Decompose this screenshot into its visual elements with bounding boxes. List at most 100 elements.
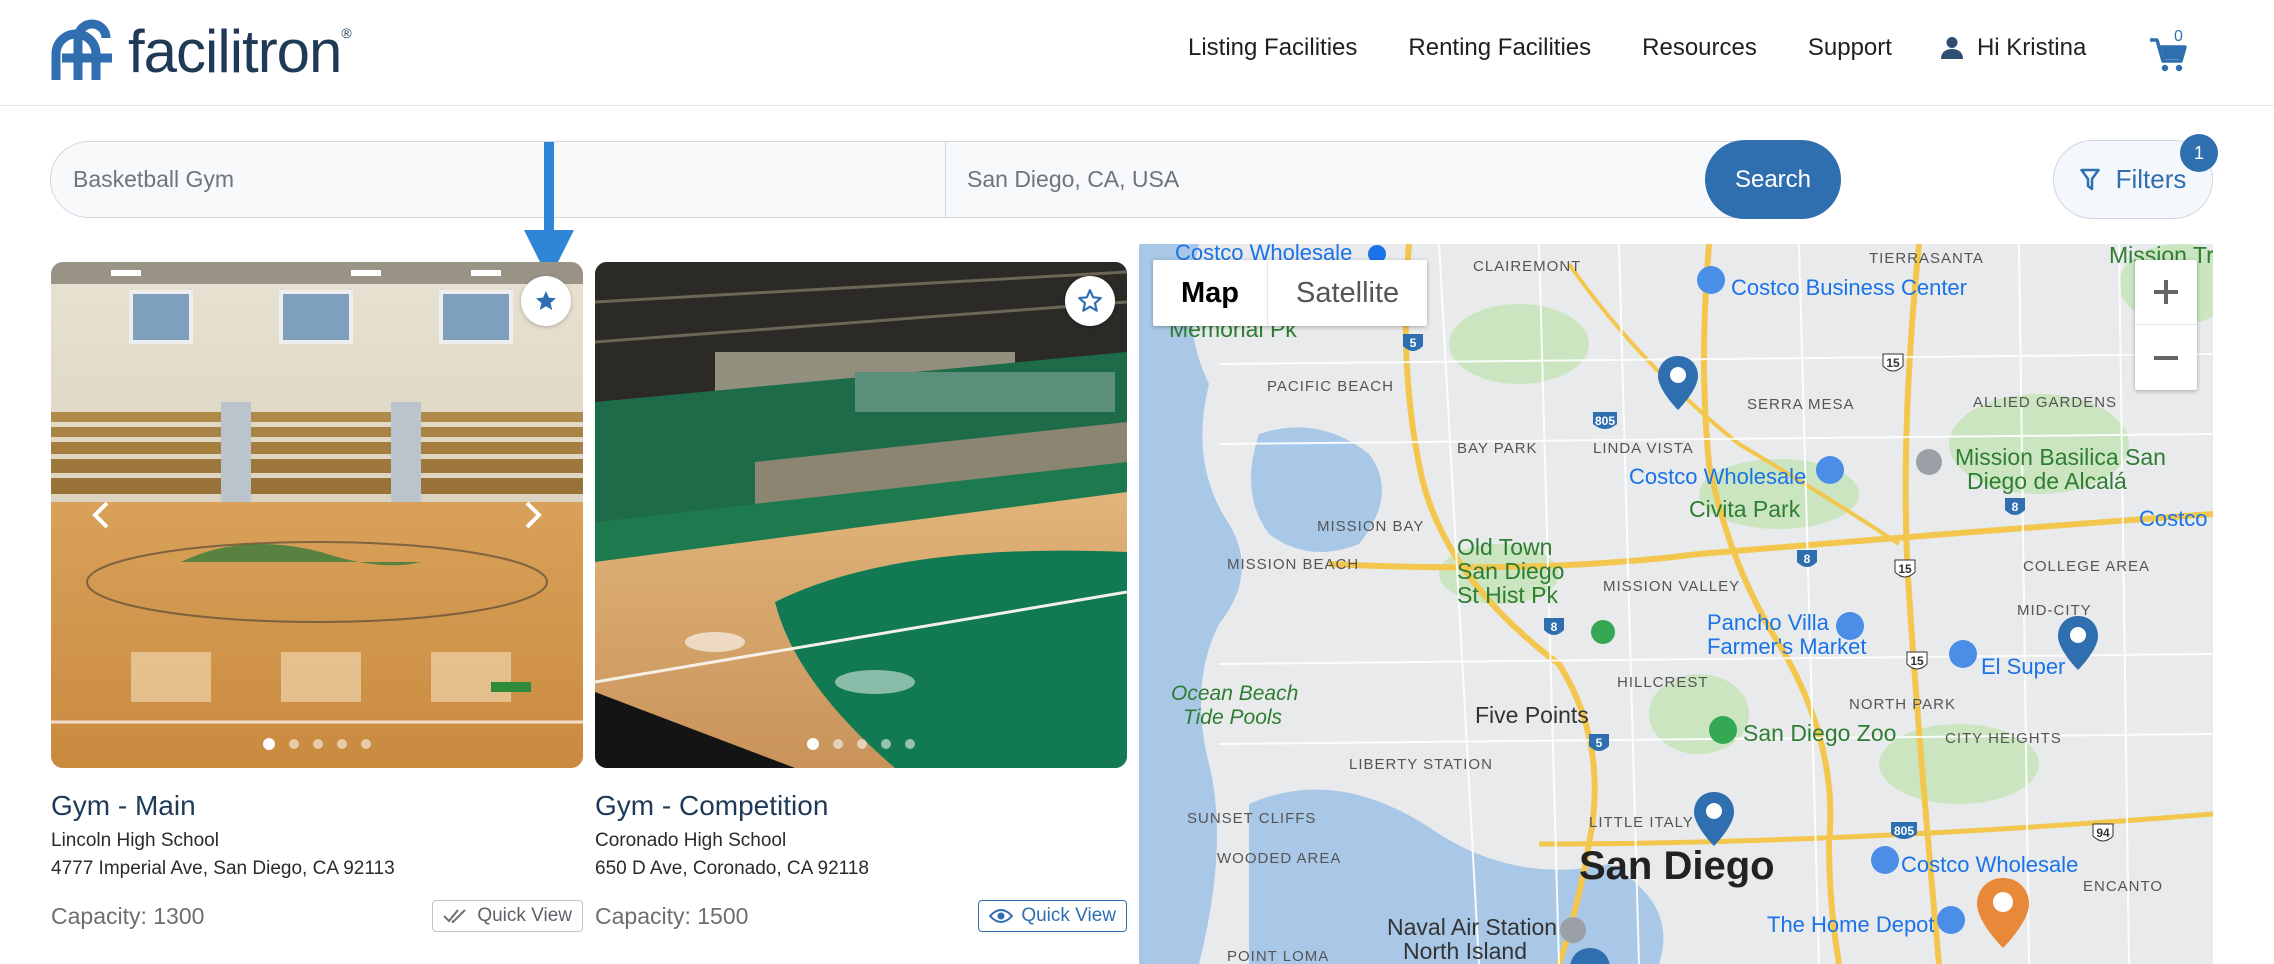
poi-shopping-icon[interactable] — [1816, 456, 1844, 484]
search-divider — [945, 142, 946, 217]
carousel-dots — [595, 738, 1127, 750]
map-label: SERRA MESA — [1747, 396, 1855, 413]
carousel-dot[interactable] — [833, 739, 843, 749]
map-label: Civita Park — [1689, 496, 1801, 522]
carousel-dot[interactable] — [905, 739, 915, 749]
map-label: The Home Depot — [1767, 912, 1935, 937]
poi-church-icon[interactable] — [1916, 449, 1942, 475]
filters-count-badge: 1 — [2180, 134, 2218, 172]
map-label: Costco Wholesale — [1901, 852, 2079, 877]
nav-support[interactable]: Support — [1808, 34, 1892, 62]
poi-shopping-icon[interactable] — [1949, 640, 1977, 668]
quick-view-label: Quick View — [477, 905, 572, 926]
carousel-dot[interactable] — [289, 739, 299, 749]
location-input[interactable]: San Diego, CA, USA — [967, 166, 1179, 193]
map-label: COLLEGE AREA — [2023, 558, 2151, 575]
map-type-map-button[interactable]: Map — [1153, 260, 1267, 326]
map-label: Pancho Villa — [1707, 610, 1829, 635]
facility-title[interactable]: Gym - Competition — [595, 790, 1127, 822]
map-label: San Diego Zoo — [1743, 720, 1897, 746]
quick-view-button[interactable]: Quick View — [432, 900, 583, 932]
results-map[interactable]: 5 805 15 8 8 8 15 15 5 805 94 Costco Who… — [1139, 244, 2213, 964]
poi-park-icon[interactable] — [1591, 620, 1615, 644]
zoom-in-button[interactable] — [2135, 260, 2197, 325]
map-label: LINDA VISTA — [1593, 440, 1694, 457]
top-header: facilitron® Listing Facilities Renting F… — [0, 0, 2274, 106]
map-label: Tide Pools — [1183, 706, 1283, 729]
quick-view-button[interactable]: Quick View — [978, 900, 1127, 932]
poi-shopping-icon[interactable] — [1871, 846, 1899, 874]
map-label-city: San Diego — [1579, 844, 1775, 888]
map-zoom-controls — [2135, 260, 2197, 390]
map-label: El Super — [1981, 654, 2066, 679]
carousel-dot[interactable] — [807, 738, 819, 750]
minus-icon — [2154, 355, 2178, 360]
search-button[interactable]: Search — [1705, 140, 1841, 219]
carousel-prev-button[interactable] — [81, 490, 121, 540]
facility-photo[interactable] — [595, 262, 1127, 768]
svg-text:805: 805 — [1595, 414, 1615, 428]
map-label: HILLCREST — [1617, 674, 1709, 691]
svg-text:8: 8 — [1804, 552, 1811, 566]
highway-shield: 805 — [1593, 412, 1617, 429]
facility-card[interactable]: Gym - Competition Coronado High School 6… — [595, 262, 1127, 932]
double-check-icon — [443, 909, 467, 924]
keyword-input[interactable]: Basketball Gym — [73, 166, 234, 193]
poi-airport-icon[interactable] — [1560, 917, 1586, 943]
map-label: Costco Wh — [2139, 506, 2213, 531]
favorite-button[interactable] — [521, 276, 571, 326]
svg-text:8: 8 — [1551, 620, 1558, 634]
facility-card[interactable]: Gym - Main Lincoln High School 4777 Impe… — [51, 262, 583, 932]
card-footer: Capacity: 1300 Quick View — [51, 900, 583, 932]
svg-text:805: 805 — [1894, 824, 1914, 838]
carousel-dot[interactable] — [881, 739, 891, 749]
chevron-right-icon — [525, 501, 542, 529]
map-label: Mission Basilica San — [1955, 444, 2166, 470]
map-label: Farmer's Market — [1707, 634, 1867, 659]
nav-resources[interactable]: Resources — [1642, 34, 1757, 62]
carousel-dot[interactable] — [263, 738, 275, 750]
carousel-dot[interactable] — [313, 739, 323, 749]
carousel-dot[interactable] — [361, 739, 371, 749]
nav-renting-facilities[interactable]: Renting Facilities — [1408, 34, 1591, 62]
card-footer: Capacity: 1500 Quick View — [595, 900, 1127, 932]
zoom-out-button[interactable] — [2135, 325, 2197, 390]
svg-text:8: 8 — [2012, 500, 2019, 514]
facility-title[interactable]: Gym - Main — [51, 790, 583, 822]
map-label: ALLIED GARDENS — [1973, 394, 2118, 411]
map-pin-selected-icon[interactable] — [1977, 878, 2029, 948]
highway-shield: 8 — [2005, 498, 2025, 515]
search-bar: Basketball Gym San Diego, CA, USA — [50, 141, 1841, 218]
star-outline-icon — [1078, 289, 1102, 312]
facility-school: Coronado High School — [595, 830, 787, 851]
map-label: MID-CITY — [2017, 602, 2092, 619]
map-pin-icon[interactable] — [1694, 792, 1734, 846]
facility-photo[interactable] — [51, 262, 583, 768]
eye-icon — [989, 909, 1014, 923]
highway-shield: 15 — [1882, 353, 1904, 372]
poi-zoo-icon[interactable] — [1709, 716, 1737, 744]
map-label: Costco Wholesale — [1629, 464, 1807, 489]
favorite-button[interactable] — [1065, 276, 1115, 326]
map-label: Diego de Alcalá — [1967, 468, 2127, 494]
person-icon — [1940, 37, 1963, 59]
map-type-satellite-button[interactable]: Satellite — [1267, 260, 1427, 326]
cart-count-badge: 0 — [2174, 28, 2183, 45]
nav-listing-facilities[interactable]: Listing Facilities — [1188, 34, 1357, 62]
highway-shield: 5 — [1589, 734, 1609, 751]
facility-address: 4777 Imperial Ave, San Diego, CA 92113 — [51, 858, 395, 879]
svg-text:15: 15 — [1910, 654, 1924, 668]
carousel-dot[interactable] — [337, 739, 347, 749]
carousel-next-button[interactable] — [513, 490, 553, 540]
carousel-dot[interactable] — [857, 739, 867, 749]
user-menu[interactable]: Hi Kristina — [1940, 34, 2086, 62]
facility-address: 650 D Ave, Coronado, CA 92118 — [595, 858, 869, 879]
poi-shopping-icon[interactable] — [1697, 266, 1725, 294]
facilitron-logo[interactable]: facilitron® — [48, 18, 352, 86]
facility-capacity: Capacity: 1500 — [595, 903, 749, 929]
map-label: CLAIREMONT — [1473, 258, 1582, 275]
facility-school: Lincoln High School — [51, 830, 219, 851]
poi-shopping-icon[interactable] — [1937, 906, 1965, 934]
chevron-left-icon — [92, 501, 109, 529]
map-label: BAY PARK — [1457, 440, 1538, 457]
